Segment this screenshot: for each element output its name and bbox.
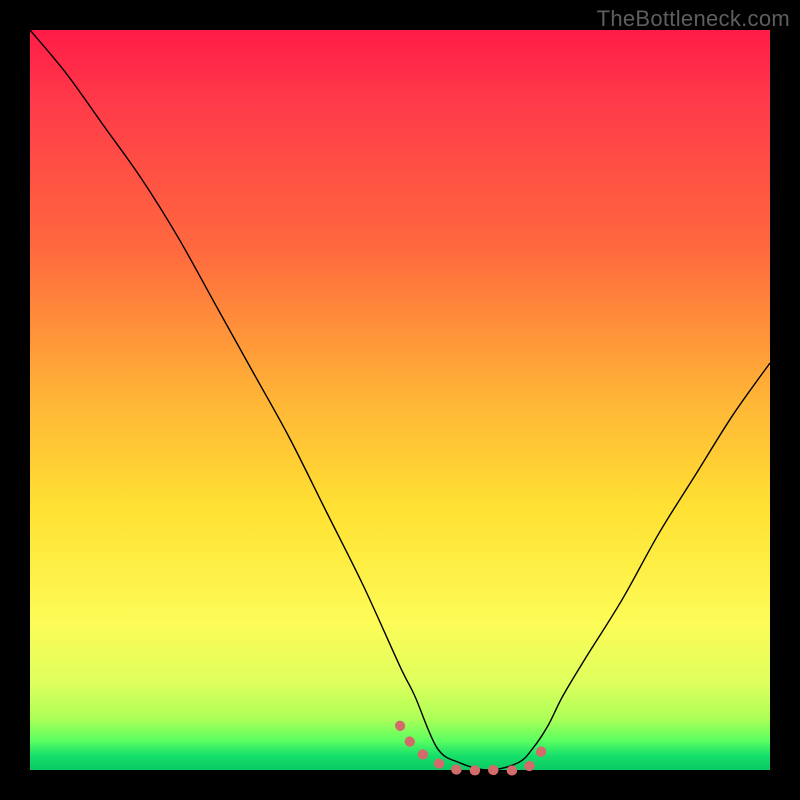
bottleneck-curve — [30, 30, 770, 770]
watermark-text: TheBottleneck.com — [597, 6, 790, 32]
stage: TheBottleneck.com — [0, 0, 800, 800]
plot-area — [30, 30, 770, 770]
plot-svg — [30, 30, 770, 770]
baseline-dotted — [400, 726, 548, 771]
